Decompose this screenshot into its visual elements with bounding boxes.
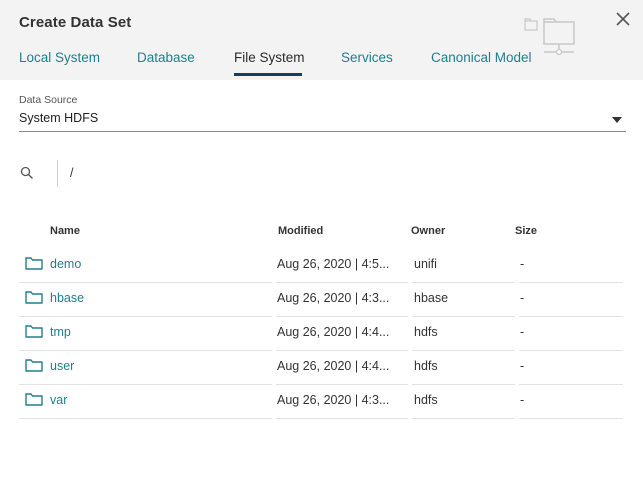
cell-name[interactable]: user <box>50 351 270 385</box>
cell-owner: hdfs <box>414 393 438 407</box>
column-header-modified[interactable]: Modified <box>278 225 323 237</box>
dropdown-arrow-icon[interactable] <box>611 116 623 124</box>
table-row[interactable]: tmp Aug 26, 2020 | 4:4... hdfs - <box>19 317 623 351</box>
cell-modified: Aug 26, 2020 | 4:5... <box>277 257 390 271</box>
cell-modified: Aug 26, 2020 | 4:4... <box>277 359 390 373</box>
data-source-select[interactable]: System HDFS <box>19 111 589 125</box>
close-icon[interactable] <box>612 8 634 30</box>
cell-owner: hbase <box>414 291 449 305</box>
cell-name[interactable]: var <box>50 385 270 419</box>
table-row[interactable]: demo Aug 26, 2020 | 4:5... unifi - <box>19 249 623 283</box>
data-source-label: Data Source <box>19 94 78 106</box>
cell-size: - <box>520 359 525 373</box>
tab-database[interactable]: Database <box>137 48 195 78</box>
data-source-underline <box>19 131 626 132</box>
cell-owner: unifi <box>414 257 437 271</box>
table-row[interactable]: var Aug 26, 2020 | 4:3... hdfs - <box>19 385 623 419</box>
tab-local-system[interactable]: Local System <box>19 48 100 78</box>
cell-owner: hdfs <box>414 359 438 373</box>
cell-size: - <box>520 325 525 339</box>
folder-icon <box>25 359 43 372</box>
tab-services[interactable]: Services <box>341 48 393 78</box>
cell-modified: Aug 26, 2020 | 4:3... <box>277 393 390 407</box>
folder-icon <box>25 291 43 304</box>
tab-bar: Local System Database File System Servic… <box>0 48 643 80</box>
path-input[interactable]: / <box>70 166 73 180</box>
cell-name[interactable]: tmp <box>50 317 270 351</box>
active-tab-indicator <box>234 73 302 76</box>
cell-name[interactable]: hbase <box>50 283 270 317</box>
column-header-size[interactable]: Size <box>515 225 537 237</box>
cell-size: - <box>520 257 525 271</box>
column-header-owner[interactable]: Owner <box>411 225 445 237</box>
table-row[interactable]: hbase Aug 26, 2020 | 4:3... hbase - <box>19 283 623 317</box>
folder-icon <box>25 393 43 406</box>
cell-name[interactable]: demo <box>50 249 270 283</box>
column-header-name[interactable]: Name <box>50 225 80 237</box>
cell-size: - <box>520 291 525 305</box>
cell-modified: Aug 26, 2020 | 4:4... <box>277 325 390 339</box>
tab-canonical-model[interactable]: Canonical Model <box>431 48 532 78</box>
row-divider <box>276 418 408 419</box>
folder-icon <box>25 325 43 338</box>
cell-size: - <box>520 393 525 407</box>
search-icon[interactable] <box>20 166 34 180</box>
folder-icon <box>25 257 43 270</box>
dialog-title: Create Data Set <box>19 14 132 31</box>
row-divider <box>412 418 515 419</box>
path-separator <box>57 160 58 187</box>
table-row[interactable]: user Aug 26, 2020 | 4:4... hdfs - <box>19 351 623 385</box>
row-divider <box>519 418 623 419</box>
row-divider <box>19 418 272 419</box>
cell-owner: hdfs <box>414 325 438 339</box>
cell-modified: Aug 26, 2020 | 4:3... <box>277 291 390 305</box>
